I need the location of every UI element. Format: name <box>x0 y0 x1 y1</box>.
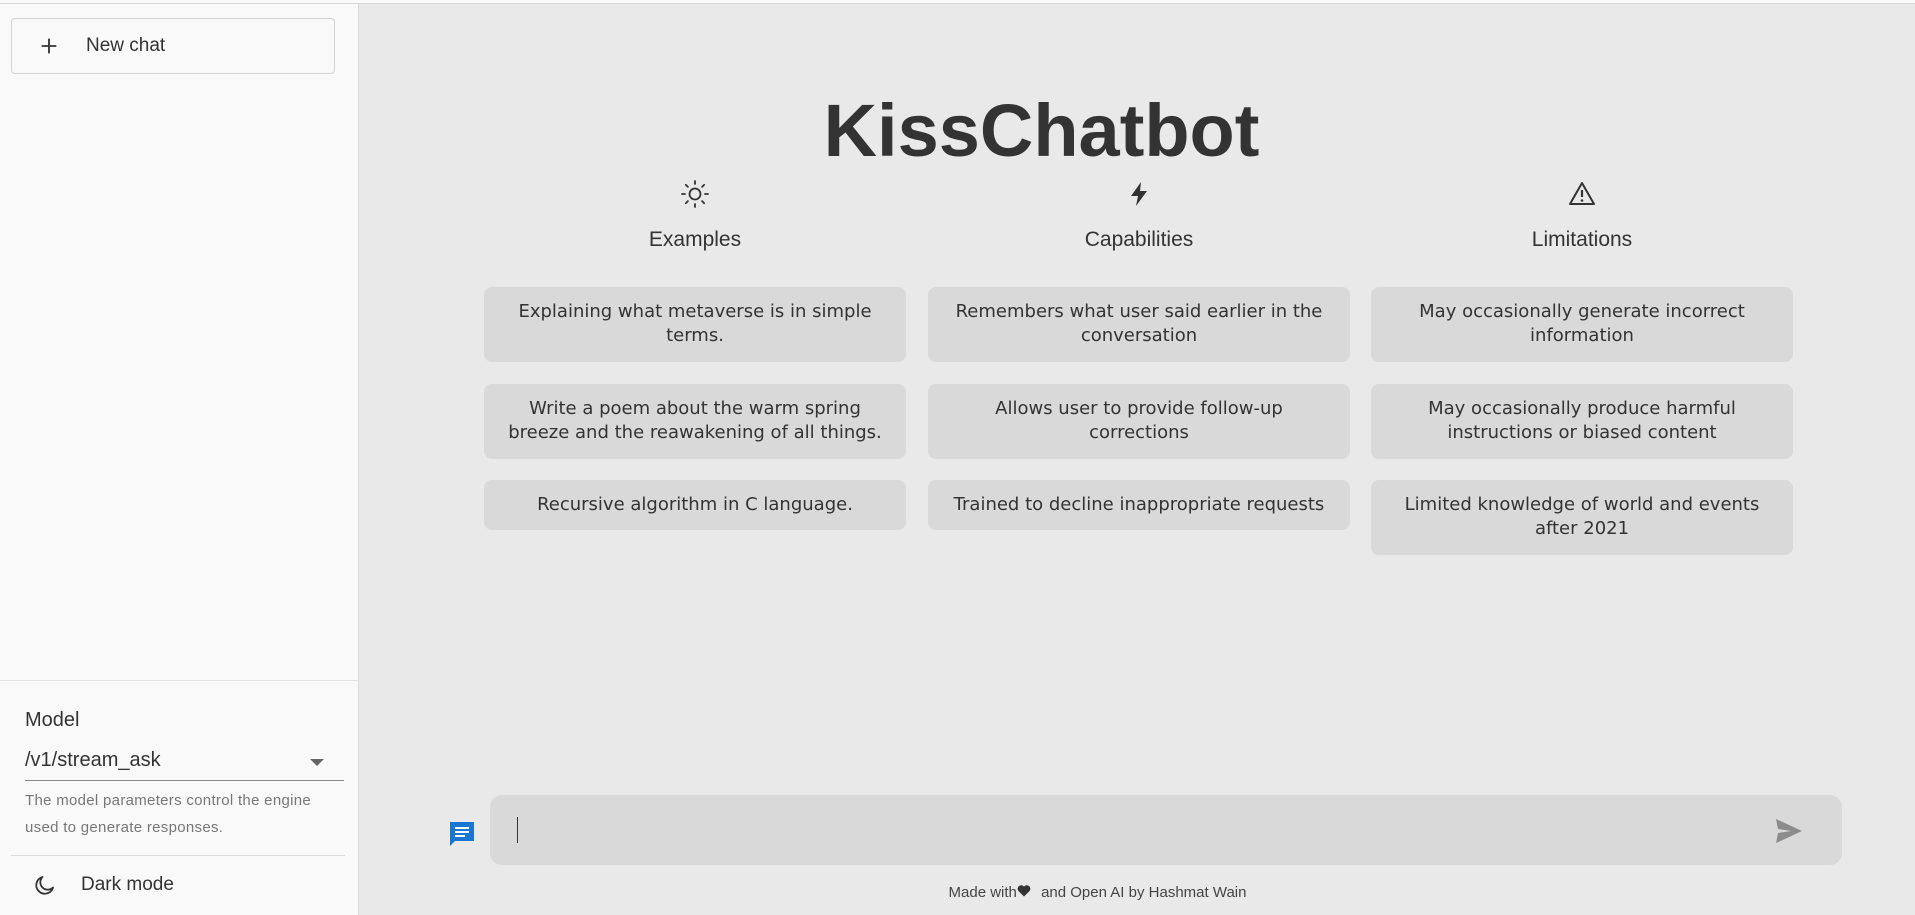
sidebar-settings: Model /v1/stream_ask The model parameter… <box>0 680 359 915</box>
limitation-card: May occasionally generate incorrect info… <box>1371 287 1793 362</box>
example-card[interactable]: Recursive algorithm in C language. <box>484 480 906 530</box>
send-icon[interactable] <box>1774 817 1804 845</box>
main-panel: KissChatbot Examples Explaining what met… <box>360 4 1915 915</box>
capabilities-column: Capabilities Remembers what user said ea… <box>928 179 1350 530</box>
text-cursor <box>517 817 518 843</box>
capabilities-heading: Capabilities <box>1084 228 1194 251</box>
model-label: Model <box>25 709 80 731</box>
limitations-heading: Limitations <box>1531 228 1633 251</box>
limitation-card: May occasionally produce harmful instruc… <box>1371 384 1793 459</box>
model-select-value: /v1/stream_ask <box>25 749 161 771</box>
message-input[interactable] <box>490 795 1842 865</box>
model-select[interactable]: /v1/stream_ask <box>25 743 344 781</box>
footer-prefix: Made with <box>948 884 1017 901</box>
lightning-icon <box>1131 182 1147 206</box>
example-card[interactable]: Write a poem about the warm spring breez… <box>484 384 906 459</box>
chevron-down-icon <box>310 759 324 766</box>
page-title: KissChatbot <box>823 89 1260 172</box>
capability-card: Remembers what user said earlier in the … <box>928 287 1350 362</box>
footer: Made with and Open AI by Hashmat Wain <box>360 884 1915 901</box>
divider <box>11 855 345 856</box>
model-help-text: The model parameters control the engine … <box>25 792 312 836</box>
dark-mode-label: Dark mode <box>81 874 174 895</box>
limitations-column: Limitations May occasionally generate in… <box>1371 179 1793 555</box>
new-chat-button[interactable]: New chat <box>11 18 335 74</box>
heart-icon <box>1017 885 1031 897</box>
warning-icon <box>1569 182 1595 205</box>
new-chat-label: New chat <box>86 35 166 56</box>
examples-column: Examples Explaining what metaverse is in… <box>484 179 906 530</box>
limitation-card: Limited knowledge of world and events af… <box>1371 480 1793 555</box>
capability-card: Trained to decline inappropriate request… <box>928 480 1350 530</box>
examples-heading: Examples <box>648 228 742 251</box>
footer-suffix: and Open AI by Hashmat Wain <box>1036 884 1247 901</box>
capability-card: Allows user to provide follow-up correct… <box>928 384 1350 459</box>
chat-icon <box>450 822 474 846</box>
moon-icon <box>35 876 54 895</box>
dark-mode-toggle[interactable]: Dark mode <box>11 861 345 909</box>
plus-icon <box>41 38 57 54</box>
example-card[interactable]: Explaining what metaverse is in simple t… <box>484 287 906 362</box>
sun-icon <box>681 180 709 208</box>
sidebar: New chat Model /v1/stream_ask The model … <box>0 4 359 915</box>
